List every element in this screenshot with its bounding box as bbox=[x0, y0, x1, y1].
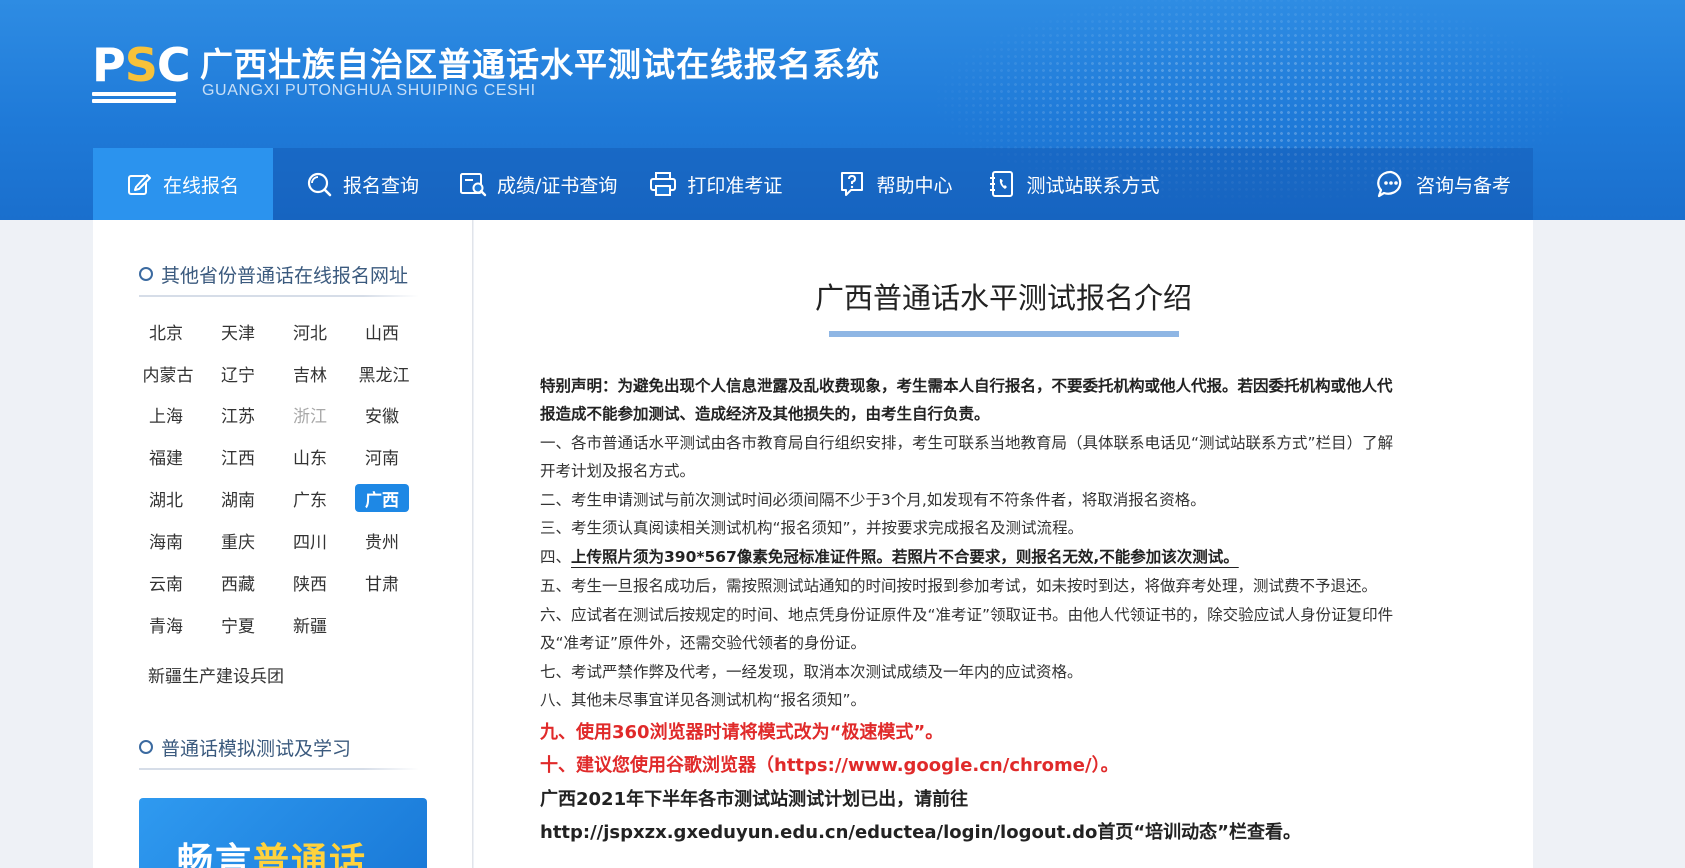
changyan-putonghua-banner[interactable]: 畅言普通话 bbox=[139, 798, 427, 868]
logo-letter-c: C bbox=[156, 38, 191, 92]
notice-item-6-line-2: 及“准考证”原件外，还需交验代领者的身份证。 bbox=[540, 634, 867, 652]
province-link[interactable]: 四川 bbox=[283, 526, 337, 554]
province-link[interactable]: 安徽 bbox=[355, 400, 409, 428]
province-link[interactable]: 青海 bbox=[139, 610, 193, 638]
nav-label: 测试站联系方式 bbox=[1026, 174, 1160, 197]
province-link[interactable]: 浙江 bbox=[283, 400, 337, 428]
notice-item-2: 二、考生申请测试与前次测试时间必须间隔不少于3个月,如发现有不符条件者，将取消报… bbox=[540, 491, 1206, 509]
section-title-other-provinces: 其他省份普通话在线报名网址 bbox=[139, 260, 408, 288]
notice-item-4: 四、上传照片须为390*567像素免冠标准证件照。若照片不合要求，则报名无效,不… bbox=[540, 545, 1480, 567]
circle-bullet-icon bbox=[139, 740, 153, 754]
notice-item-4-photo-requirement: 上传照片须为390*567像素免冠标准证件照。若照片不合要求，则报名无效,不能参… bbox=[571, 548, 1239, 566]
title-underline-bar bbox=[829, 331, 1179, 337]
notice-item-6-line-1: 六、应试者在测试后按规定的时间、地点凭身份证原件及“准考证”领取证书。由他人代领… bbox=[540, 606, 1394, 624]
province-link[interactable]: 贵州 bbox=[355, 526, 409, 554]
province-link[interactable]: 江西 bbox=[211, 442, 265, 470]
province-link[interactable]: 内蒙古 bbox=[139, 359, 197, 387]
banner-text-white: 畅言 bbox=[177, 841, 254, 868]
province-link[interactable]: 天津 bbox=[211, 317, 265, 345]
nav-online-registration[interactable]: 在线报名 bbox=[93, 148, 273, 220]
notice-item-8: 八、其他未尽事宜详见各测试机构“报名须知”。 bbox=[540, 691, 867, 709]
nav-label: 在线报名 bbox=[163, 174, 240, 197]
printer-icon bbox=[649, 170, 677, 198]
notice-item-1-line-1: 一、各市普通话水平测试由各市教育局自行组织安排，考生可联系当地教育局（具体联系电… bbox=[540, 434, 1394, 452]
psc-logo[interactable]: PSC bbox=[92, 38, 191, 103]
province-link[interactable]: 福建 bbox=[139, 442, 193, 470]
province-link[interactable]: 重庆 bbox=[211, 526, 265, 554]
province-link[interactable]: 山西 bbox=[355, 317, 409, 345]
circle-bullet-icon bbox=[139, 267, 153, 281]
chat-icon bbox=[1376, 169, 1406, 199]
site-header: PSC 广西壮族自治区普通话水平测试在线报名系统 GUANGXI PUTONGH… bbox=[0, 0, 1685, 220]
nav-test-station-contacts[interactable]: 测试站联系方式 bbox=[952, 148, 1159, 220]
section-divider bbox=[139, 768, 419, 770]
province-link[interactable]: 广东 bbox=[283, 484, 337, 512]
notice-item-3: 三、考生须认真阅读相关测试机构“报名须知”，并按要求完成报名及测试流程。 bbox=[540, 519, 1084, 537]
special-notice-line-1: 特别声明：为避免出现个人信息泄露及乱收费现象，考生需本人自行报名，不要委托机构或… bbox=[540, 377, 1393, 395]
province-link[interactable]: 西藏 bbox=[211, 568, 265, 596]
notice-item-7: 七、考试严禁作弊及代考，一经发现，取消本次测试成绩及一年内的应试资格。 bbox=[540, 663, 1083, 681]
province-link[interactable]: 河南 bbox=[355, 442, 409, 470]
nav-consult-prepare[interactable]: 咨询与备考 bbox=[1376, 148, 1533, 220]
province-link-xpcc[interactable]: 新疆生产建设兵团 bbox=[140, 660, 284, 688]
province-link[interactable]: 江苏 bbox=[211, 400, 265, 428]
province-link[interactable]: 河北 bbox=[283, 317, 337, 345]
site-title: 广西壮族自治区普通话水平测试在线报名系统 bbox=[200, 45, 880, 84]
edit-icon bbox=[125, 170, 153, 198]
search-icon bbox=[305, 170, 333, 198]
notice-item-5: 五、考生一旦报名成功后，需按照测试站通知的时间按时报到参加考试，如未按时到达，将… bbox=[540, 577, 1378, 595]
province-link[interactable]: 宁夏 bbox=[211, 610, 265, 638]
province-link[interactable]: 新疆 bbox=[283, 610, 337, 638]
province-link[interactable]: 吉林 bbox=[283, 359, 337, 387]
notice-item-10-recommend-chrome[interactable]: 十、建议您使用谷歌浏览器（https://www.google.cn/chrom… bbox=[540, 751, 1480, 777]
site-subtitle: GUANGXI PUTONGHUA SHUIPING CESHI bbox=[202, 82, 536, 99]
logo-letter-s: S bbox=[124, 38, 158, 92]
province-link[interactable]: 甘肃 bbox=[355, 568, 409, 596]
province-link[interactable]: 辽宁 bbox=[211, 359, 265, 387]
section-title-text: 其他省份普通话在线报名网址 bbox=[161, 264, 409, 287]
test-plan-notice-link[interactable]: http://jspxzx.gxeduyun.edu.cn/eductea/lo… bbox=[540, 818, 1480, 844]
special-notice-line-2: 报造成不能参加测试、造成经济及其他损失的，由考生自行负责。 bbox=[540, 405, 990, 423]
province-link[interactable]: 陕西 bbox=[283, 568, 337, 596]
notice-item-1-line-2: 开考计划及报名方式。 bbox=[540, 462, 696, 480]
nav-label: 咨询与备考 bbox=[1415, 174, 1511, 197]
section-divider bbox=[139, 295, 419, 297]
province-link[interactable]: 海南 bbox=[139, 526, 193, 554]
logo-underlines bbox=[92, 92, 176, 106]
test-plan-notice-line-1: 广西2021年下半年各市测试站测试计划已出，请前往 bbox=[540, 789, 969, 810]
phone-book-icon bbox=[988, 170, 1016, 198]
nav-label: 报名查询 bbox=[343, 174, 420, 197]
certificate-search-icon bbox=[459, 170, 487, 198]
nav-print-admission-ticket[interactable]: 打印准考证 bbox=[617, 148, 782, 220]
notice-item-9-browser-mode: 九、使用360浏览器时请将模式改为“极速模式”。 bbox=[540, 722, 944, 743]
nav-help-center[interactable]: 帮助中心 bbox=[782, 148, 952, 220]
province-link[interactable]: 湖北 bbox=[139, 484, 193, 512]
province-link[interactable]: 云南 bbox=[139, 568, 193, 596]
main-nav: 在线报名 报名查询 成绩/证书查询 打印准考证 帮助中心 测试站联系方式 咨询与… bbox=[93, 148, 1533, 220]
province-link[interactable]: 北京 bbox=[139, 317, 193, 345]
nav-registration-query[interactable]: 报名查询 bbox=[273, 148, 419, 220]
banner-text-yellow: 普通话 bbox=[253, 841, 368, 868]
province-link[interactable]: 上海 bbox=[139, 400, 193, 428]
page-title: 广西普通话水平测试报名介绍 bbox=[814, 281, 1192, 315]
province-link[interactable]: 山东 bbox=[283, 442, 337, 470]
nav-score-certificate-query[interactable]: 成绩/证书查询 bbox=[419, 148, 617, 220]
province-link[interactable]: 湖南 bbox=[211, 484, 265, 512]
notice-item-4-prefix: 四、 bbox=[540, 548, 572, 566]
section-title-text: 普通话模拟测试及学习 bbox=[161, 737, 352, 760]
help-icon bbox=[838, 170, 866, 198]
nav-label: 成绩/证书查询 bbox=[497, 174, 618, 197]
province-link[interactable]: 广西 bbox=[355, 484, 409, 512]
province-link[interactable]: 黑龙江 bbox=[355, 359, 413, 387]
nav-label: 打印准考证 bbox=[687, 174, 783, 197]
logo-letter-p: P bbox=[92, 38, 126, 92]
section-title-mock-test: 普通话模拟测试及学习 bbox=[139, 733, 351, 761]
nav-label: 帮助中心 bbox=[876, 174, 953, 197]
